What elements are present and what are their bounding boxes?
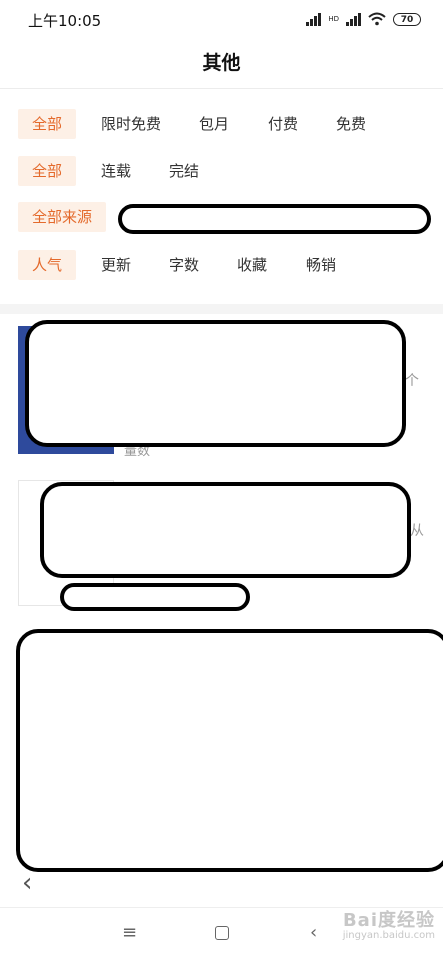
filter-price-paid[interactable]: 付费 (268, 109, 298, 139)
redaction-mark (118, 204, 431, 234)
sort-popularity[interactable]: 人气 (18, 250, 77, 280)
sort-bestselling[interactable]: 畅销 (306, 250, 336, 280)
filter-status-serializing[interactable]: 连载 (101, 156, 131, 186)
back-nav-icon[interactable]: ‹ (310, 922, 317, 943)
list-item-text-fragment: 个 (405, 373, 419, 389)
back-arrow-icon[interactable]: ‹ (22, 870, 32, 896)
watermark: Bai度经验 jingyan.baidu.com (343, 906, 435, 941)
filter-price-all[interactable]: 全部 (18, 109, 77, 139)
redaction-mark (40, 482, 411, 578)
sort-favorites[interactable]: 收藏 (237, 250, 267, 280)
filter-source-all[interactable]: 全部来源 (18, 202, 107, 232)
header: 其他 (0, 38, 443, 89)
status-time: 上午10:05 (28, 12, 102, 30)
redaction-mark (60, 583, 250, 611)
filter-price-limited-free[interactable]: 限时免费 (101, 109, 161, 139)
redaction-mark (16, 629, 443, 872)
battery-icon: 70 (393, 12, 421, 26)
signal-icon-2 (346, 12, 361, 26)
section-divider (0, 304, 443, 314)
network-label: HD (328, 15, 339, 23)
menu-icon[interactable]: ≡ (122, 922, 137, 943)
watermark-url: jingyan.baidu.com (342, 930, 435, 941)
signal-icon (306, 12, 322, 26)
filter-price-free[interactable]: 免费 (336, 109, 366, 139)
sort-updated[interactable]: 更新 (101, 250, 131, 280)
wifi-icon (368, 12, 386, 26)
status-icons: HD 70 (306, 10, 421, 28)
home-icon[interactable] (215, 922, 229, 940)
filter-price-monthly[interactable]: 包月 (199, 109, 229, 139)
status-bar: 上午10:05 HD 70 (0, 0, 443, 38)
filter-status-completed[interactable]: 完结 (169, 156, 199, 186)
filter-status-all[interactable]: 全部 (18, 156, 77, 186)
watermark-brand: Bai度经验 (342, 910, 435, 931)
redaction-mark (25, 320, 406, 447)
list-item-text-fragment: 从 (410, 523, 424, 539)
sort-word-count[interactable]: 字数 (169, 250, 199, 280)
page-title: 其他 (202, 52, 241, 74)
